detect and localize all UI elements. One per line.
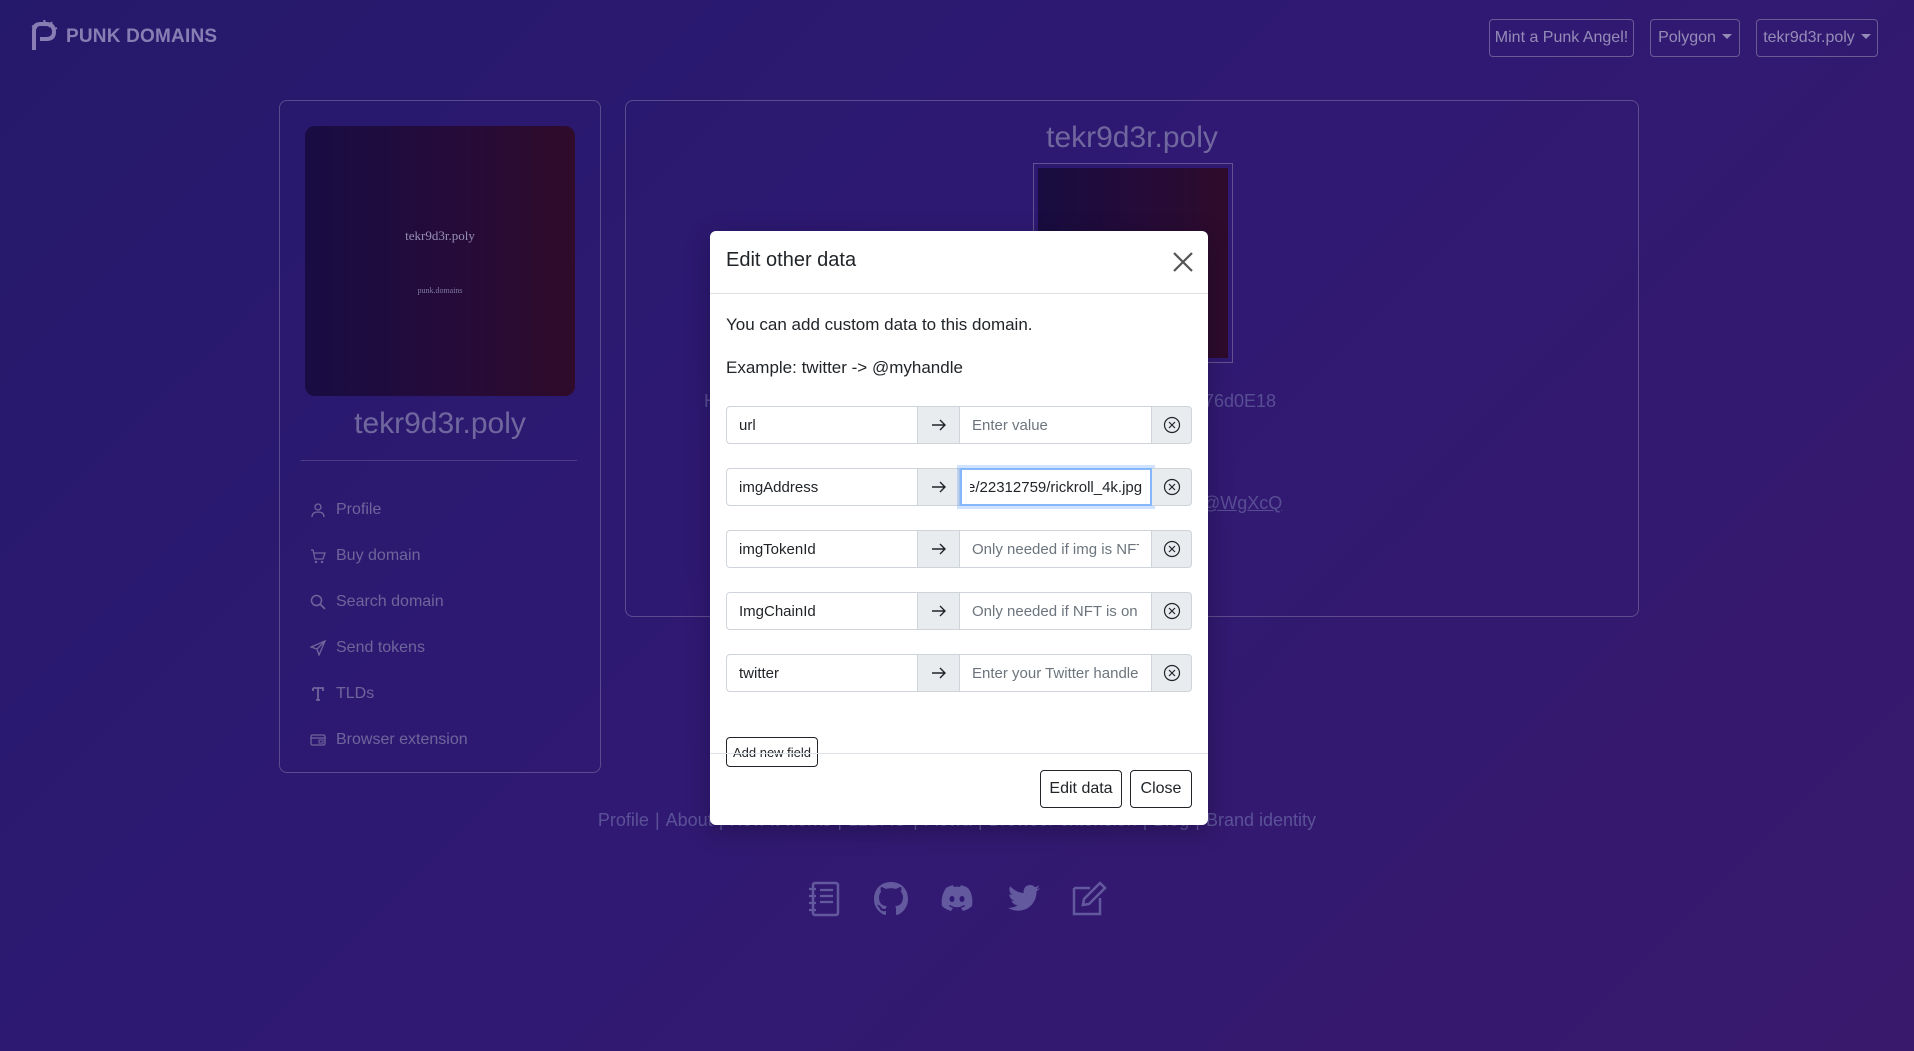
field-value-input[interactable] [960,468,1152,506]
field-value-input[interactable] [960,654,1152,692]
close-button[interactable]: Close [1130,770,1192,808]
field-key-input[interactable] [726,406,918,444]
x-circle-icon [1163,540,1180,558]
edit-other-data-modal: Edit other data You can add custom data … [710,231,1208,825]
remove-field-button[interactable] [1152,406,1192,444]
modal-header: Edit other data [710,231,1208,294]
remove-field-button[interactable] [1152,530,1192,568]
arrow-right-icon [918,592,960,630]
field-key-input[interactable] [726,468,918,506]
remove-field-button[interactable] [1152,654,1192,692]
x-circle-icon [1163,664,1180,682]
field-key-input[interactable] [726,530,918,568]
modal-footer: Edit data Close [710,753,1208,825]
edit-data-button[interactable]: Edit data [1040,770,1122,808]
arrow-right-icon [918,406,960,444]
custom-field-row [726,654,1192,692]
arrow-right-icon [918,654,960,692]
modal-title: Edit other data [726,249,857,271]
arrow-right-icon [918,468,960,506]
modal-intro-text: You can add custom data to this domain. [726,315,1033,334]
custom-field-row [726,468,1192,506]
custom-field-row [726,530,1192,568]
x-circle-icon [1163,478,1180,496]
field-key-input[interactable] [726,592,918,630]
close-icon[interactable] [1170,249,1196,275]
field-value-input[interactable] [960,592,1152,630]
remove-field-button[interactable] [1152,468,1192,506]
modal-example-text: Example: twitter -> @myhandle [726,358,963,377]
x-circle-icon [1163,416,1180,434]
custom-field-row [726,592,1192,630]
custom-field-row [726,406,1192,444]
field-key-input[interactable] [726,654,918,692]
x-circle-icon [1163,602,1180,620]
arrow-right-icon [918,530,960,568]
field-value-input[interactable] [960,406,1152,444]
field-value-input[interactable] [960,530,1152,568]
remove-field-button[interactable] [1152,592,1192,630]
